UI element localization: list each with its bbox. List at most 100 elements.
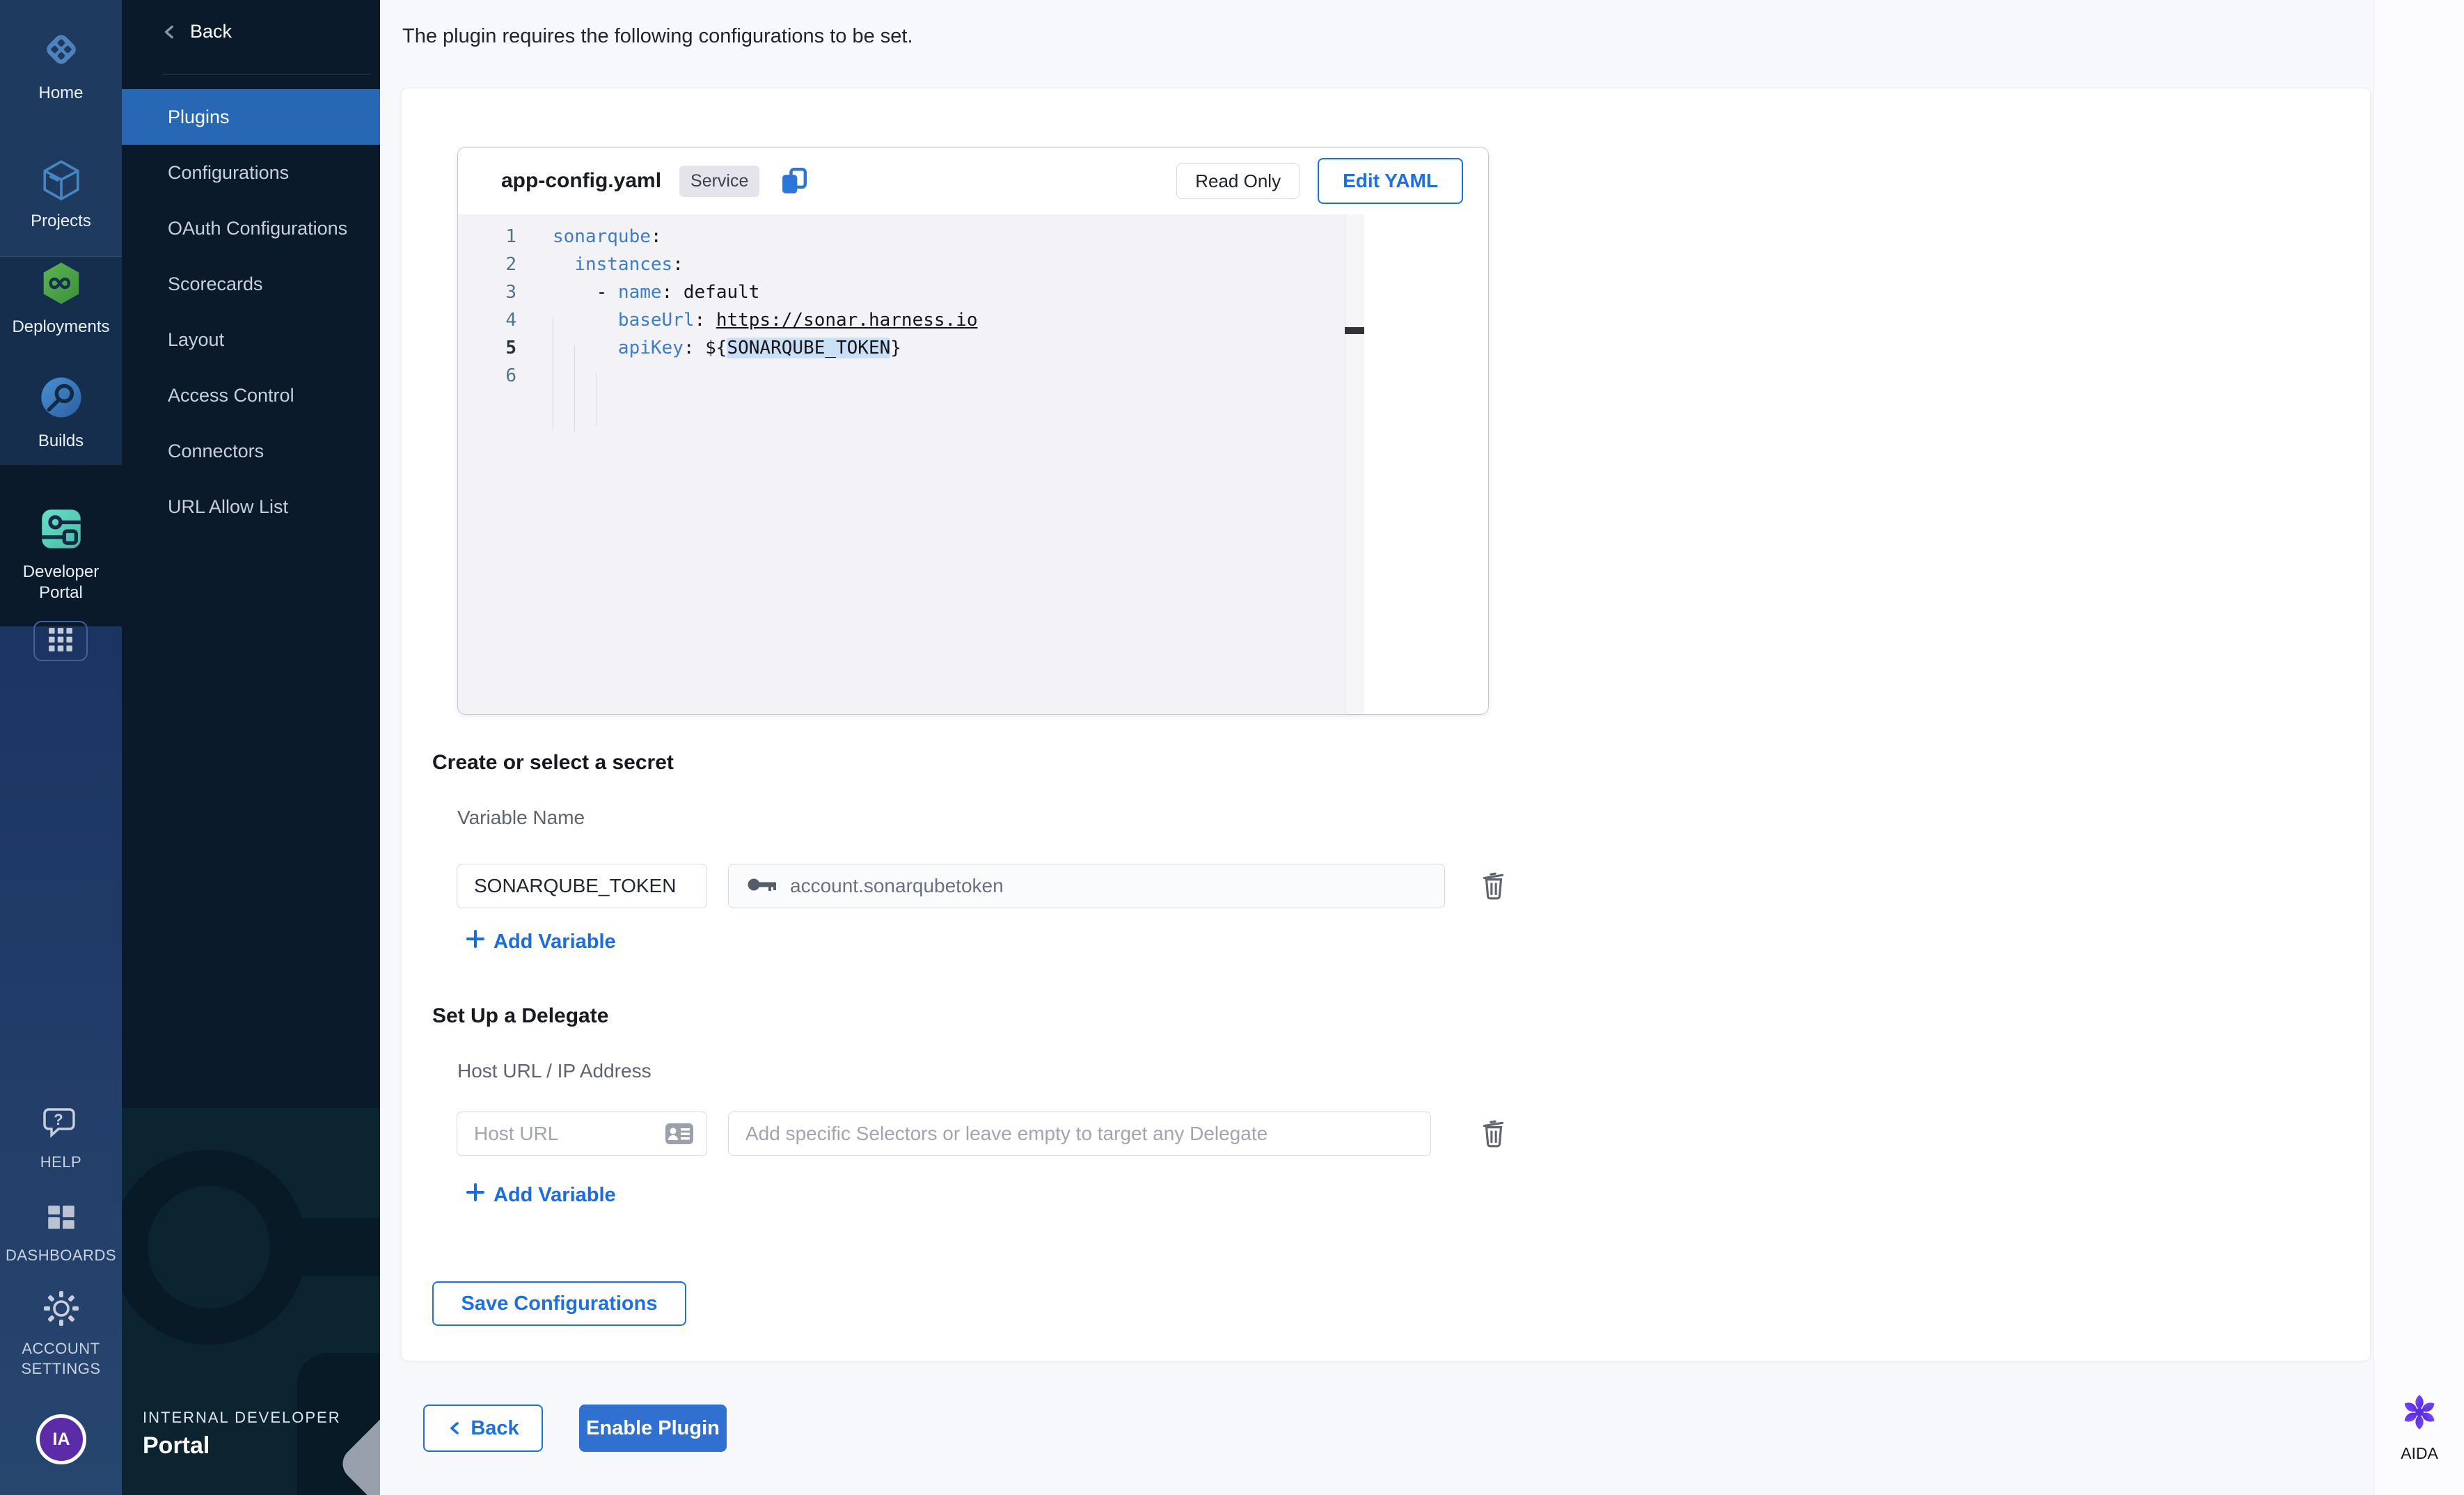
idp-brand: INTERNAL DEVELOPER Portal bbox=[143, 1409, 341, 1460]
aida-assistant-button[interactable]: AIDA bbox=[2374, 1392, 2464, 1463]
line-number: 4 bbox=[458, 306, 516, 334]
sidebar-item-scorecards[interactable]: Scorecards bbox=[122, 256, 380, 312]
rail-item-label: Developer Portal bbox=[19, 562, 103, 603]
code-text: sonarqube: bbox=[553, 223, 662, 251]
sidebar-back-button[interactable]: Back bbox=[161, 21, 232, 42]
aida-flower-icon bbox=[2399, 1392, 2440, 1436]
secret-reference-value: account.sonarqubetoken bbox=[790, 875, 1004, 897]
add-variable-label: Add Variable bbox=[493, 1184, 616, 1207]
chevron-left-icon bbox=[161, 23, 179, 41]
line-number: 3 bbox=[458, 278, 516, 306]
code-line-3: 3 - name: default bbox=[458, 278, 1345, 306]
user-avatar[interactable]: IA bbox=[36, 1414, 86, 1464]
rail-item-label: DASHBOARDS bbox=[6, 1245, 116, 1265]
developer-portal-sliders-icon bbox=[39, 507, 84, 555]
rail-item-help[interactable]: ? HELP bbox=[0, 1105, 122, 1172]
sidebar-nav: Plugins Configurations OAuth Configurati… bbox=[122, 89, 380, 535]
back-button[interactable]: Back bbox=[423, 1405, 543, 1452]
indent-guide bbox=[596, 373, 597, 426]
sidebar-item-plugins[interactable]: Plugins bbox=[122, 89, 380, 145]
save-configurations-button[interactable]: Save Configurations bbox=[432, 1281, 686, 1326]
rail-item-label: Projects bbox=[31, 211, 91, 232]
avatar-initials: IA bbox=[53, 1430, 70, 1450]
secret-row: account.sonarqubetoken bbox=[457, 864, 1506, 908]
code-line-6: 6 bbox=[458, 362, 1345, 390]
code-line-4: 4 baseUrl: https://sonar.harness.io bbox=[458, 306, 1345, 334]
code-text: baseUrl: https://sonar.harness.io bbox=[553, 306, 978, 334]
delete-variable-button[interactable] bbox=[1481, 870, 1506, 903]
rail-item-label: ACCOUNT SETTINGS bbox=[16, 1338, 106, 1379]
host-url-label: Host URL / IP Address bbox=[457, 1060, 651, 1082]
yaml-editor[interactable]: 1 sonarqube: 2 instances: 3 - name: defa… bbox=[458, 214, 1345, 715]
deployments-infinity-icon bbox=[38, 260, 84, 310]
yaml-filename: app-config.yaml bbox=[501, 169, 661, 193]
add-variable-link-delegate[interactable]: Add Variable bbox=[466, 1182, 616, 1208]
copy-icon[interactable] bbox=[777, 165, 810, 197]
delegate-section-title: Set Up a Delegate bbox=[432, 1004, 608, 1028]
delegate-selectors-input[interactable] bbox=[728, 1112, 1431, 1156]
sidebar-item-configurations[interactable]: Configurations bbox=[122, 145, 380, 200]
add-variable-link-secret[interactable]: Add Variable bbox=[466, 929, 616, 954]
delete-delegate-row-button[interactable] bbox=[1481, 1118, 1506, 1150]
code-text: apiKey: ${SONARQUBE_TOKEN} bbox=[553, 334, 901, 362]
back-button-label: Back bbox=[471, 1417, 519, 1440]
rail-item-home[interactable]: Home bbox=[0, 26, 122, 104]
yaml-card-header: app-config.yaml Service Read Only Edit Y… bbox=[458, 148, 1488, 214]
rail-item-developer-portal[interactable]: Developer Portal bbox=[0, 507, 122, 603]
rail-item-account-settings[interactable]: ACCOUNT SETTINGS bbox=[0, 1289, 122, 1379]
code-text: - name: default bbox=[553, 278, 759, 306]
code-line-5: 5 apiKey: ${SONARQUBE_TOKEN} bbox=[458, 334, 1345, 362]
cube-icon bbox=[40, 157, 83, 204]
rail-item-projects[interactable]: Projects bbox=[0, 157, 122, 232]
sidebar-item-connectors[interactable]: Connectors bbox=[122, 423, 380, 479]
line-number: 6 bbox=[458, 362, 516, 390]
brand-line-1: INTERNAL DEVELOPER bbox=[143, 1409, 341, 1427]
svg-text:?: ? bbox=[54, 1111, 63, 1128]
secret-selector-field[interactable]: account.sonarqubetoken bbox=[728, 864, 1445, 908]
module-switcher-button[interactable] bbox=[33, 621, 88, 661]
module-rail: Home Projects Deployments Builds Develop bbox=[0, 0, 122, 1495]
yaml-card: app-config.yaml Service Read Only Edit Y… bbox=[457, 147, 1489, 715]
enable-plugin-button[interactable]: Enable Plugin bbox=[579, 1405, 727, 1452]
variable-name-input[interactable] bbox=[457, 864, 707, 908]
configuration-panel: app-config.yaml Service Read Only Edit Y… bbox=[401, 88, 2371, 1361]
edit-yaml-button[interactable]: Edit YAML bbox=[1318, 158, 1463, 204]
rail-item-label: Deployments bbox=[12, 317, 109, 338]
artwork-ring bbox=[122, 1150, 306, 1345]
page-intro-text: The plugin requires the following config… bbox=[402, 25, 913, 48]
rail-item-builds[interactable]: Builds bbox=[0, 374, 122, 452]
editor-scrollbar-thumb[interactable] bbox=[1345, 327, 1364, 334]
code-line-2: 2 instances: bbox=[458, 251, 1345, 278]
rail-item-label: Home bbox=[38, 83, 83, 104]
right-rail: AIDA bbox=[2374, 0, 2464, 1495]
host-url-wrap bbox=[457, 1112, 707, 1156]
home-icon bbox=[38, 26, 84, 76]
builds-icon bbox=[38, 374, 84, 424]
sidebar-item-url-allow-list[interactable]: URL Allow List bbox=[122, 479, 380, 535]
read-only-button[interactable]: Read Only bbox=[1176, 163, 1300, 199]
sidebar-item-layout[interactable]: Layout bbox=[122, 312, 380, 367]
artwork-connector bbox=[289, 1218, 380, 1276]
trash-icon bbox=[1481, 870, 1506, 903]
variable-name-label: Variable Name bbox=[457, 807, 585, 829]
editor-scrollbar-track bbox=[1345, 214, 1364, 715]
sidebar-item-access-control[interactable]: Access Control bbox=[122, 367, 380, 423]
chevron-left-icon bbox=[447, 1420, 464, 1437]
trash-icon bbox=[1481, 1118, 1506, 1150]
secret-section-title: Create or select a secret bbox=[432, 751, 674, 775]
back-label: Back bbox=[190, 21, 232, 42]
code-line-1: 1 sonarqube: bbox=[458, 223, 1345, 251]
gear-icon bbox=[42, 1289, 81, 1331]
rail-item-deployments[interactable]: Deployments bbox=[0, 260, 122, 338]
help-chat-icon: ? bbox=[42, 1105, 81, 1145]
plus-icon bbox=[466, 1182, 485, 1208]
sidebar-item-oauth-configurations[interactable]: OAuth Configurations bbox=[122, 200, 380, 256]
key-icon bbox=[747, 875, 779, 898]
add-variable-label: Add Variable bbox=[493, 931, 616, 954]
indent-guide bbox=[574, 345, 575, 432]
token-highlight: SONARQUBE_TOKEN bbox=[727, 338, 890, 358]
rail-item-label: Builds bbox=[38, 431, 84, 452]
rail-item-dashboards[interactable]: DASHBOARDS bbox=[0, 1200, 122, 1265]
input-type-card-icon[interactable] bbox=[664, 1122, 695, 1146]
settings-sidebar: Back Plugins Configurations OAuth Config… bbox=[122, 0, 380, 1495]
